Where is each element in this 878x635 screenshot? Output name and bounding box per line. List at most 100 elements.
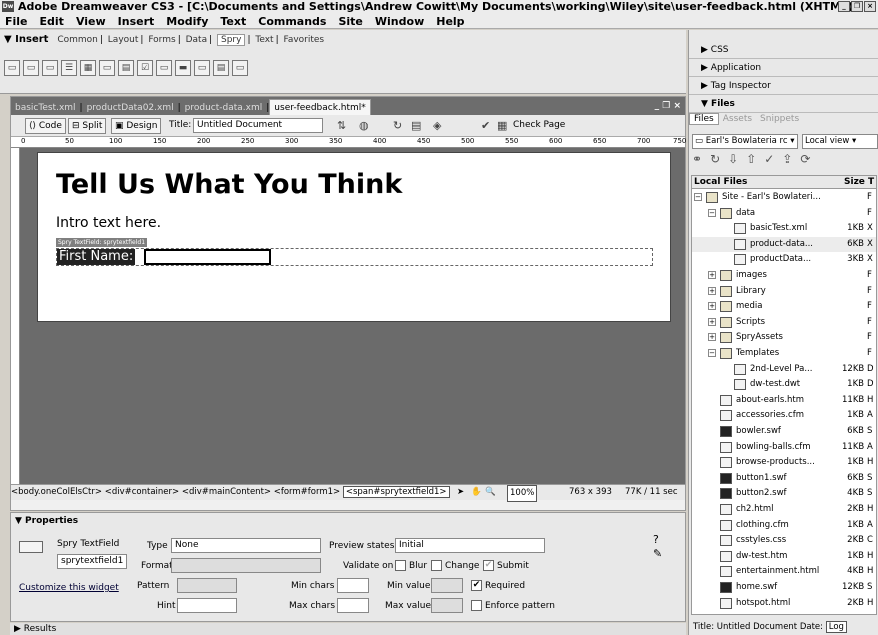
menu-view[interactable]: View: [71, 14, 113, 29]
spry-tabbed-panels-icon[interactable]: ▭: [194, 60, 210, 76]
view-select[interactable]: Local view ▾: [802, 134, 878, 149]
hand-tool-icon[interactable]: ✋: [471, 485, 482, 500]
spry-textfield-region[interactable]: First Name:: [56, 248, 653, 266]
expand-toggle-icon[interactable]: +: [708, 286, 716, 295]
tag-inspector-panel-header[interactable]: ▶ Tag Inspector: [689, 78, 878, 95]
page-heading[interactable]: Tell Us What You Think: [56, 169, 402, 200]
min-chars-input[interactable]: [337, 578, 369, 593]
col-local-files[interactable]: Local Files: [694, 176, 747, 189]
tab-common[interactable]: Common: [57, 35, 98, 45]
connect-icon[interactable]: ⚭: [692, 152, 710, 166]
first-name-input[interactable]: [144, 249, 271, 265]
spry-collapsible-icon[interactable]: ▭: [232, 60, 248, 76]
submit-checkbox[interactable]: ✔: [483, 560, 494, 571]
file-row[interactable]: csstyles.css 2KB C: [692, 533, 876, 549]
results-panel-header[interactable]: ▶ Results: [10, 623, 686, 635]
expand-toggle-icon[interactable]: −: [708, 349, 716, 357]
file-row[interactable]: dw-test.htm 1KB H: [692, 549, 876, 565]
application-panel-header[interactable]: ▶ Application: [689, 60, 878, 77]
preview-states-select[interactable]: Initial: [395, 538, 545, 553]
file-row[interactable]: + Scripts F: [692, 315, 876, 331]
expand-toggle-icon[interactable]: +: [708, 302, 716, 311]
check-page-icon[interactable]: ▦: [497, 119, 507, 132]
file-row[interactable]: + SpryAssets F: [692, 330, 876, 346]
get-files-icon[interactable]: ⇩: [728, 152, 746, 166]
menu-edit[interactable]: Edit: [35, 14, 71, 29]
file-row[interactable]: bowling-balls.cfm 11KB A: [692, 440, 876, 456]
file-row[interactable]: dw-test.dwt 1KB D: [692, 377, 876, 393]
tab-spry[interactable]: Spry: [217, 34, 246, 46]
check-page-button[interactable]: Check Page: [513, 120, 565, 130]
page-title-input[interactable]: Untitled Document: [193, 118, 323, 133]
menu-insert[interactable]: Insert: [113, 14, 162, 29]
col-type[interactable]: T: [868, 176, 874, 189]
split-view-button[interactable]: ⊟ Split: [68, 118, 107, 134]
code-view-button[interactable]: ⟨⟩ Code: [25, 118, 66, 134]
expand-toggle-icon[interactable]: +: [708, 271, 716, 279]
doc-tab-active[interactable]: user-feedback.html*: [269, 99, 371, 116]
expand-toggle-icon[interactable]: −: [708, 208, 716, 217]
design-view-button[interactable]: ▣ Design: [111, 118, 162, 134]
file-row[interactable]: entertainment.html 4KB H: [692, 564, 876, 580]
spry-repeat-icon[interactable]: ▭: [42, 60, 58, 76]
file-row[interactable]: product-data... 6KB X: [692, 236, 876, 253]
view-options-icon[interactable]: ▤: [411, 119, 421, 132]
file-row[interactable]: accessories.cfm 1KB A: [692, 408, 876, 424]
pattern-input[interactable]: [177, 578, 237, 593]
minimize-icon[interactable]: _: [838, 1, 850, 12]
customize-widget-link[interactable]: Customize this widget: [19, 583, 119, 593]
tab-text[interactable]: Text: [255, 35, 273, 45]
expand-toggle-icon[interactable]: −: [694, 193, 702, 201]
doc-window-controls[interactable]: _ ❐ ×: [655, 97, 681, 115]
hint-input[interactable]: [177, 598, 237, 613]
widget-id-input[interactable]: sprytextfield1: [57, 554, 127, 569]
spry-textfield-icon[interactable]: ▭: [99, 60, 115, 76]
file-row[interactable]: hotspot.html 2KB H: [692, 596, 876, 612]
menu-window[interactable]: Window: [370, 14, 431, 29]
close-icon[interactable]: ×: [864, 1, 876, 12]
tab-snippets[interactable]: Snippets: [756, 114, 803, 124]
check-out-icon[interactable]: ✓: [764, 152, 782, 166]
file-row[interactable]: 2nd-Level Pa... 12KB D: [692, 362, 876, 378]
tab-favorites[interactable]: Favorites: [283, 35, 324, 45]
edit-icon[interactable]: ✎: [653, 547, 662, 560]
col-size[interactable]: Size: [844, 176, 865, 189]
tab-files[interactable]: Files: [689, 113, 719, 125]
file-row[interactable]: browse-products... 1KB H: [692, 455, 876, 471]
refresh-icon[interactable]: ↻: [393, 119, 402, 132]
max-chars-input[interactable]: [337, 598, 369, 613]
files-panel-header[interactable]: ▼ Files: [689, 96, 878, 113]
menu-text[interactable]: Text: [215, 14, 253, 29]
check-in-icon[interactable]: ⇪: [782, 152, 800, 166]
properties-header[interactable]: ▼ Properties: [11, 513, 685, 529]
spry-select-icon[interactable]: ▤: [118, 60, 134, 76]
file-row[interactable]: button1.swf 6KB S: [692, 471, 876, 487]
zoom-tool-icon[interactable]: 🔍: [485, 485, 496, 500]
spry-region-icon[interactable]: ▭: [23, 60, 39, 76]
menu-commands[interactable]: Commands: [253, 14, 333, 29]
refresh-icon[interactable]: ↻: [710, 152, 728, 166]
tab-forms[interactable]: Forms: [148, 35, 175, 45]
preview-browser-icon[interactable]: ◍: [359, 119, 369, 132]
page-body[interactable]: Tell Us What You Think Intro text here. …: [37, 152, 671, 322]
window-size-select[interactable]: 763 x 393: [569, 485, 612, 500]
spry-accordion-icon[interactable]: ▤: [213, 60, 229, 76]
file-row[interactable]: + Library F: [692, 284, 876, 300]
min-value-input[interactable]: [431, 578, 463, 593]
file-row[interactable]: + images F: [692, 268, 876, 284]
restore-icon[interactable]: ❐: [851, 1, 863, 12]
file-row[interactable]: about-earls.htm 11KB H: [692, 393, 876, 409]
menu-help[interactable]: Help: [431, 14, 471, 29]
log-button[interactable]: Log: [825, 621, 847, 633]
css-panel-header[interactable]: ▶ CSS: [689, 42, 878, 59]
expand-toggle-icon[interactable]: +: [708, 333, 716, 342]
file-row[interactable]: bowler.swf 6KB S: [692, 424, 876, 440]
spry-repeat-list-icon[interactable]: ☰: [61, 60, 77, 76]
tag-selector[interactable]: <body.oneColElsCtr> <div#container> <div…: [11, 487, 340, 497]
blur-checkbox[interactable]: [395, 560, 406, 571]
tab-data[interactable]: Data: [186, 35, 208, 45]
spry-xml-dataset-icon[interactable]: ▭: [4, 60, 20, 76]
put-files-icon[interactable]: ⇧: [746, 152, 764, 166]
intro-text[interactable]: Intro text here.: [56, 215, 161, 231]
validate-markup-icon[interactable]: ✔: [481, 119, 490, 132]
